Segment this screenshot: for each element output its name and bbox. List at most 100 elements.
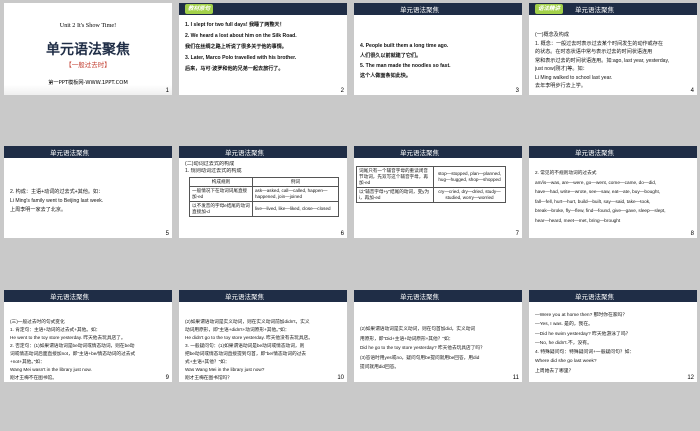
slide-header: 单元语法聚焦 xyxy=(179,290,347,302)
text-line: (2)如果谓语动词是实义动词，则在句首加did，实义动词 xyxy=(360,326,476,331)
slide-footer xyxy=(4,85,172,95)
slide-10-thumbnail[interactable]: 单元语法聚焦 (2)如果谓语动词是实义动词，则在实义动词前加didn't，实义 … xyxy=(179,290,347,382)
text-line: 1. I slept for two full days! 我睡了两整天！ xyxy=(185,22,285,28)
text-line: 把be动词或情态动词直接提到句首，即“be/情态动词的过去 xyxy=(185,351,307,356)
rule-table: 词尾只有一个辅音字母的重读闭音节动词，先双写这个辅音字母，再加-ed stop—… xyxy=(356,166,506,203)
header-title: 单元语法聚焦 xyxy=(50,294,89,301)
slide-3-thumbnail[interactable]: 单元语法聚焦 4. People built them a long time … xyxy=(354,3,522,95)
slide-number: 1 xyxy=(165,88,169,94)
slide-number: 2 xyxy=(340,88,344,94)
text-line: am/is—was, are—were, go—went, come—came,… xyxy=(535,179,657,185)
header-title: 单元语法聚焦 xyxy=(50,150,89,157)
text-line: 4. People built them a long time ago. xyxy=(360,43,449,49)
slide-subtitle: 【一般过去时】 xyxy=(65,61,111,69)
table-cell: 一般情况下在动词词尾直接加-ed xyxy=(189,186,253,202)
section-tag: 语法精讲 xyxy=(535,4,563,14)
text-line: 用原形，即“Did+主语+动词原形+其他？”如： xyxy=(360,335,454,341)
slide-header: 单元语法聚焦 xyxy=(529,290,697,302)
text-line: have—had, write—wrote, see—saw, eat—ate,… xyxy=(535,189,661,194)
text-line: —Were you at home then? 那时你在家吗？ xyxy=(535,313,628,318)
header-title: 单元语法聚焦 xyxy=(575,150,614,157)
text-line: 的状态。在时态状语中常与表示过去的时间状语连用 xyxy=(535,49,653,55)
slide-8-thumbnail[interactable]: 单元语法聚焦 2. 常见的不规则动词的过去式 am/is—was, are—we… xyxy=(529,146,697,238)
text-line: 1. 概念：一般过去时表示过去某个时间发生的动作或存在 xyxy=(535,40,663,47)
slide-number: 10 xyxy=(337,375,344,381)
table-header: 构成规则 xyxy=(189,177,253,187)
slide-body: (二)动词过去式的构成 1. 规则动词过去式的构成 xyxy=(185,161,343,175)
slide-12-thumbnail[interactable]: 单元语法聚焦 —Were you at home then? 那时你在家吗？ —… xyxy=(529,290,697,382)
text-line: Was Wang Mei in the library just now? xyxy=(185,367,265,372)
header-title: 单元语法聚焦 xyxy=(225,150,264,157)
text-line: 4. 特殊疑问句：特殊疑问词+一般疑问句？如： xyxy=(535,350,635,356)
text-line: Li Ming walked to school last year. xyxy=(535,74,613,81)
slide-number: 5 xyxy=(165,231,169,237)
text-line: 这个人做面条如此快。 xyxy=(360,73,411,79)
text-line: 3. Later, Marco Polo travelled with his … xyxy=(185,55,297,61)
slide-9-thumbnail[interactable]: 单元语法聚焦 (三)一般过去时的句式变化 1. 肯定句：主语+动词的过去式+其他… xyxy=(4,290,172,382)
slide-7-thumbnail[interactable]: 单元语法聚焦 词尾只有一个辅音字母的重读闭音节动词，先双写这个辅音字母，再加-e… xyxy=(354,146,522,238)
slide-body: (2)如果谓语动词是实义动词，则在句首加did，实义动词 用原形，即“Did+主… xyxy=(360,324,518,372)
text-line: 刚才王梅不在图书馆。 xyxy=(10,375,57,380)
text-line: (3)答语时用yes或no，疑问句用be提问就用be回答，用did xyxy=(360,354,480,360)
text-line: Wang Mei wasn't in the library just now. xyxy=(10,367,92,372)
text-line: (一)概念及构成 xyxy=(535,32,569,38)
slide-body: (一)概念及构成 1. 概念：一般过去时表示过去某个时间发生的动作或存在 的状态… xyxy=(535,31,693,91)
header-title: 单元语法聚焦 xyxy=(400,294,439,301)
text-line: 1. 规则动词过去式的构成 xyxy=(185,168,242,175)
slide-body: 1. I slept for two full days! 我睡了两整天！ 2.… xyxy=(185,20,343,75)
table-cell: live—lived, like—liked, close—closed xyxy=(252,201,339,217)
slide-header: 单元语法聚焦 xyxy=(4,290,172,302)
text-line: —Yes, I was. 是的，我在。 xyxy=(535,322,593,328)
table-cell: stop—stopped, plan—planned, hug—hugged, … xyxy=(433,166,506,188)
text-line: 刚才王梅在图书馆吗？ xyxy=(185,375,232,380)
text-line: hear—heard, meet—met, bring—brought xyxy=(535,217,621,223)
slide-header: 单元语法聚焦 xyxy=(529,146,697,158)
text-line: 式+主语+其他？”如： xyxy=(185,359,230,364)
slide-body: (2)如果谓语动词是实义动词，则在实义动词前加didn't，实义 动词用原形，即… xyxy=(185,318,343,382)
text-line: 3. 一般疑问句：(1)如果谓语动词是be动词或情态动词，则 xyxy=(185,343,305,348)
slide-title: 单元语法聚焦 xyxy=(46,42,130,58)
slide-header: 单元语法聚焦 xyxy=(354,146,522,158)
text-line: Where did she go last week? xyxy=(535,359,597,365)
text-line: (三)一般过去时的句式变化 xyxy=(10,319,65,324)
text-line: +not+其他。”如： xyxy=(10,359,45,364)
slide-header: 单元语法聚焦 xyxy=(179,146,347,158)
text-line: 上周她去了哪里？ xyxy=(535,368,574,374)
text-line: Li Ming's family went to Beijing last we… xyxy=(10,198,104,204)
header-title: 单元语法聚焦 xyxy=(575,294,614,301)
text-line: Did he go to the toy store yesterday? 昨天… xyxy=(360,345,485,350)
slide-body: 2. 构成：主语+动词的过去式+其他。如： Li Ming's family w… xyxy=(10,188,168,215)
table-header: 例词 xyxy=(252,177,339,187)
text-line: 后来，马可·波罗和他的兄弟一起去旅行了。 xyxy=(185,66,284,72)
text-line: just now(刚才)等。如： xyxy=(535,66,588,72)
header-title: 单元语法聚焦 xyxy=(400,150,439,157)
slide-number: 12 xyxy=(687,375,694,381)
text-line: 我们在丝绸之路上听说了很多关于他的事情。 xyxy=(185,44,287,50)
table-cell: 以不发音的字母e结尾的动词直接加-d xyxy=(189,201,253,217)
slide-header: 单元语法聚焦 xyxy=(354,290,522,302)
slide-6-thumbnail[interactable]: 单元语法聚焦 (二)动词过去式的构成 1. 规则动词过去式的构成 构成规则 例词… xyxy=(179,146,347,238)
slide-11-thumbnail[interactable]: 单元语法聚焦 (2)如果谓语动词是实义动词，则在句首加did，实义动词 用原形，… xyxy=(354,290,522,382)
text-line: 人们很久以前就建了它们。 xyxy=(360,53,422,59)
slide-5-thumbnail[interactable]: 单元语法聚焦 2. 构成：主语+动词的过去式+其他。如： Li Ming's f… xyxy=(4,146,172,238)
text-line: —No, he didn't.不，没有。 xyxy=(535,340,592,346)
slide-4-thumbnail[interactable]: 语法精讲 单元语法聚焦 (一)概念及构成 1. 概念：一般过去时表示过去某个时间… xyxy=(529,3,697,95)
text-line: 提问就用did回答。 xyxy=(360,364,400,369)
slide-number: 7 xyxy=(515,231,519,237)
header-title: 单元语法聚焦 xyxy=(575,7,614,14)
rule-table: 构成规则 例词 一般情况下在动词词尾直接加-ed ask—asked, call… xyxy=(189,177,339,217)
text-line: 2. 否定句：(1)如果谓语动词是be动词或情态动词，则在be动 xyxy=(10,343,135,348)
text-line: 2. 常见的不规则动词的过去式 xyxy=(535,170,597,175)
text-line: (二)动词过去式的构成 xyxy=(185,161,235,167)
text-line: 词或情态动词后面直接加not，即“主语+be/情态动词的过去式 xyxy=(10,351,136,356)
text-line: break—broke, fly—flew, find—found, give—… xyxy=(535,208,666,213)
header-title: 单元语法聚焦 xyxy=(400,7,439,14)
slide-body: 2. 常见的不规则动词的过去式 am/is—was, are—were, go—… xyxy=(535,168,693,225)
slide-1-thumbnail[interactable]: Unit 2 It's Show Time! 单元语法聚焦 【一般过去时】 第一… xyxy=(4,3,172,95)
slide-body: (三)一般过去时的句式变化 1. 肯定句：主语+动词的过去式+其他。如： He … xyxy=(10,318,168,382)
text-line: 去年李明步行去上学。 xyxy=(535,83,586,89)
slide-body: —Were you at home then? 那时你在家吗？ —Yes, I … xyxy=(535,311,693,376)
slide-header: 单元语法聚焦 xyxy=(354,3,522,15)
text-line: He went to the toy store yesterday. 昨天他去… xyxy=(10,335,126,340)
slide-2-thumbnail[interactable]: 教材原句 1. I slept for two full days! 我睡了两整… xyxy=(179,3,347,95)
